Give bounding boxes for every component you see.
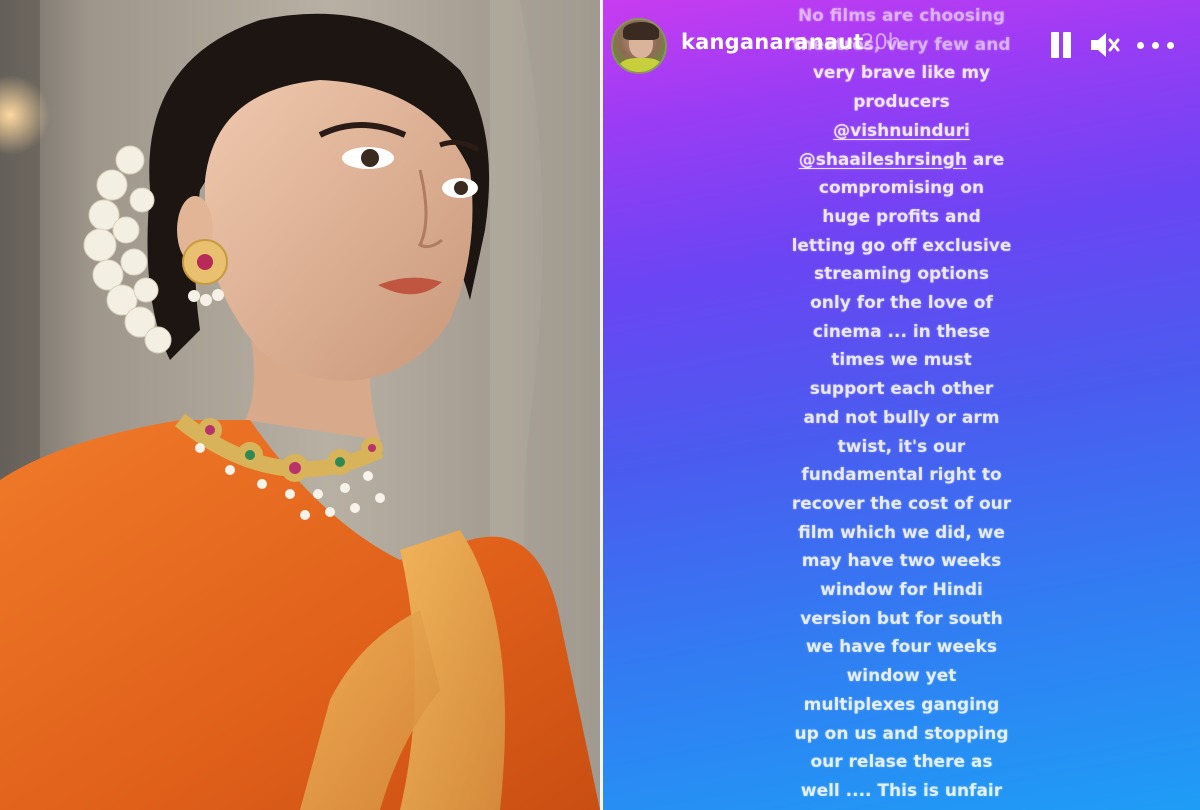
story-text-line: we have four weeks bbox=[806, 637, 997, 658]
portrait-photo bbox=[0, 0, 600, 810]
story-text-line: support each other bbox=[809, 379, 994, 400]
story-text-block: No films are choosing theatres, very few … bbox=[603, 0, 1200, 810]
story-text-line: window for Hindi bbox=[820, 580, 983, 600]
story-text-line: @shaaileshrsingh are bbox=[798, 149, 1005, 170]
user-mention-link[interactable]: @shaaileshrsingh bbox=[799, 150, 967, 170]
story-text-line: window yet bbox=[846, 666, 957, 687]
story-text-line: may have two weeks bbox=[801, 551, 1002, 572]
story-text-line: streaming options bbox=[813, 264, 990, 285]
story-username[interactable]: kanganaranaut bbox=[681, 30, 864, 54]
story-text-line: recover the cost of our bbox=[791, 493, 1012, 514]
story-text-line: film which we did, we bbox=[798, 522, 1005, 543]
story-text-line: twist, it's our bbox=[837, 436, 966, 457]
story-text-line: letting go off exclusive bbox=[791, 235, 1012, 256]
story-text-line: huge profits and bbox=[822, 206, 981, 227]
story-text-line: compromising on bbox=[818, 178, 985, 199]
story-text-line: version but for south bbox=[800, 608, 1003, 629]
portrait-illustration bbox=[0, 0, 600, 810]
story-timestamp: 20h bbox=[861, 30, 902, 54]
pause-icon[interactable] bbox=[1049, 28, 1073, 62]
story-text-line: multiplexes ganging bbox=[803, 694, 1000, 715]
story-text-line: fundamental right to bbox=[801, 465, 1002, 486]
story-header: kanganaranaut 20h bbox=[603, 0, 1200, 96]
story-text-line: and not bully or arm bbox=[803, 407, 1000, 428]
speaker-muted-icon[interactable] bbox=[1087, 28, 1121, 62]
more-horizontal-icon[interactable] bbox=[1133, 28, 1179, 62]
story-text-line: cinema ... in these bbox=[812, 321, 991, 342]
instagram-story[interactable]: No films are choosing theatres, very few … bbox=[603, 0, 1200, 810]
story-text-line: @vishnuinduri bbox=[603, 117, 1200, 145]
profile-avatar[interactable] bbox=[611, 18, 667, 74]
story-text-line: up on us and stopping bbox=[794, 723, 1009, 744]
story-text-line: well .... This is unfair bbox=[800, 780, 1003, 801]
story-text-line: our relase there as bbox=[810, 752, 993, 773]
story-text-line: times we must bbox=[831, 350, 972, 371]
user-mention-link[interactable]: @vishnuinduri bbox=[833, 121, 970, 141]
story-text-line: only for the love of bbox=[810, 293, 993, 313]
